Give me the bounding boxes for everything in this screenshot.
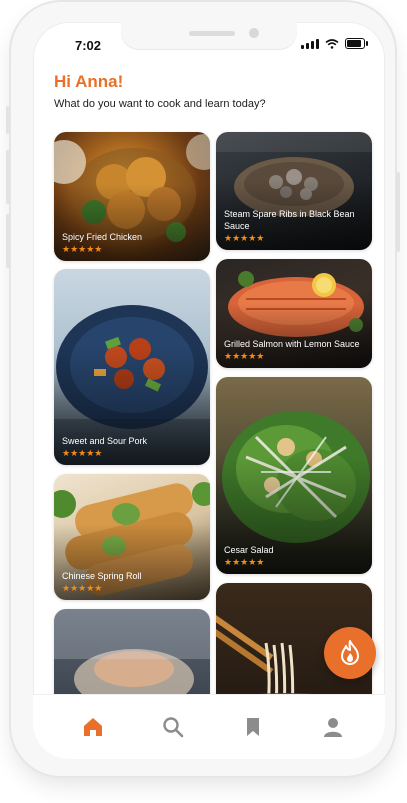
status-time: 7:02: [75, 38, 102, 53]
app-screen: 7:02 Hi Anna! What do you want to cook a…: [33, 22, 385, 759]
status-icons: [301, 38, 368, 49]
wifi-icon: [325, 38, 339, 49]
recipe-card-steam-spare-ribs[interactable]: Steam Spare Ribs in Black Bean Sauce ★★★…: [216, 132, 372, 250]
power-button: [396, 172, 400, 252]
search-icon: [163, 717, 184, 738]
recipe-title: Steam Spare Ribs in Black Bean Sauce: [224, 209, 355, 231]
recipe-title: Cesar Salad: [224, 545, 274, 555]
recipe-card-chinese-spring-roll[interactable]: Chinese Spring Roll ★★★★★: [54, 474, 210, 600]
recipe-title: Sweet and Sour Pork: [62, 436, 148, 446]
flame-icon: [341, 640, 359, 665]
profile-icon: [324, 718, 342, 737]
notch: [121, 22, 297, 50]
tab-bookmarks[interactable]: [241, 715, 265, 739]
rating-stars: ★★★★★: [62, 244, 103, 254]
phone-frame: 7:02 Hi Anna! What do you want to cook a…: [6, 2, 400, 776]
tab-profile[interactable]: [321, 715, 345, 739]
mute-switch: [6, 106, 10, 134]
rating-stars: ★★★★★: [224, 351, 265, 361]
greeting: Hi Anna!: [54, 72, 124, 91]
recipe-title: Grilled Salmon with Lemon Sauce: [224, 339, 360, 349]
rating-stars: ★★★★★: [224, 557, 265, 567]
camera: [249, 28, 259, 38]
recipe-card-cesar-salad[interactable]: Cesar Salad ★★★★★: [216, 377, 372, 574]
volume-up-button: [6, 150, 10, 204]
rating-stars: ★★★★★: [224, 233, 265, 243]
recipe-card-sweet-and-sour-pork[interactable]: Sweet and Sour Pork ★★★★★: [54, 269, 210, 465]
tab-search[interactable]: [161, 715, 185, 739]
volume-down-button: [6, 214, 10, 268]
recipe-card-grilled-salmon[interactable]: Grilled Salmon with Lemon Sauce ★★★★★: [216, 259, 372, 368]
recipe-title: Spicy Fried Chicken: [62, 232, 143, 242]
home-icon: [84, 718, 102, 736]
rating-stars: ★★★★★: [62, 583, 103, 593]
subtitle: What do you want to cook and learn today…: [54, 98, 266, 110]
rating-stars: ★★★★★: [62, 448, 103, 458]
battery-icon: [345, 38, 368, 49]
flame-fab-button[interactable]: [324, 627, 376, 679]
recipe-card-spicy-fried-chicken[interactable]: Spicy Fried Chicken ★★★★★: [54, 132, 210, 261]
tab-home[interactable]: [81, 715, 105, 739]
bookmark-icon: [247, 718, 259, 736]
signal-icon: [301, 38, 319, 49]
recipe-title: Chinese Spring Roll: [62, 571, 142, 581]
bottom-tab-bar: [33, 694, 385, 759]
speaker: [189, 31, 235, 36]
